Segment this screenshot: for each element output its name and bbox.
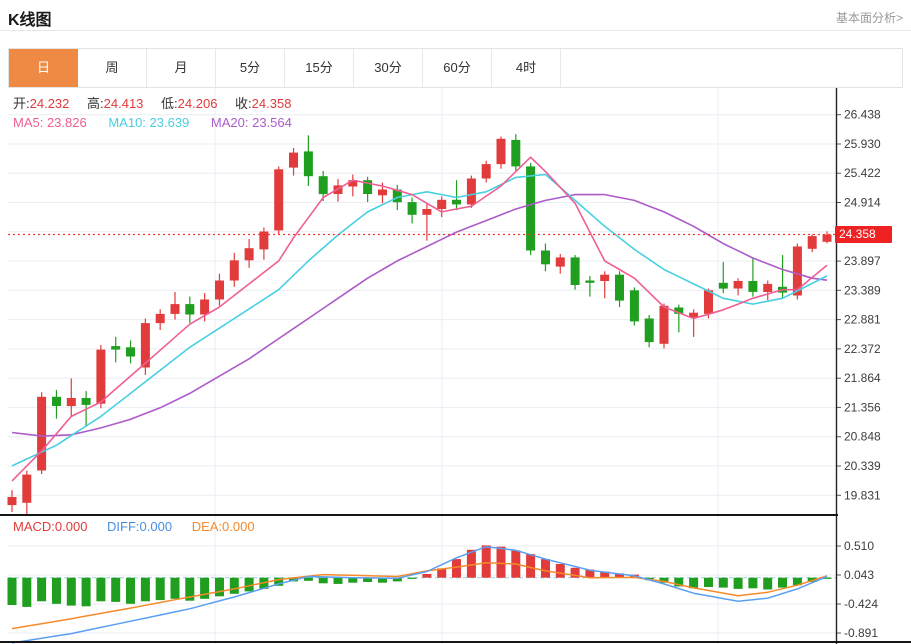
page-title: K线图 bbox=[8, 12, 52, 29]
ohlc-readout: 开:24.232 高:24.413 低:24.206 收:24.358 bbox=[13, 93, 305, 112]
tab-month[interactable]: 月 bbox=[147, 49, 216, 87]
interval-tab-bar: 日周月 5分 15分 30分 60分 4时 bbox=[8, 48, 903, 88]
high-value: 24.413 bbox=[103, 96, 144, 111]
fundamental-analysis-link[interactable]: 基本面分析> bbox=[836, 9, 903, 26]
tab-day[interactable]: 日 bbox=[9, 49, 78, 87]
ma5-value: MA5: 23.826 bbox=[13, 115, 87, 130]
tab-15min[interactable]: 15分 bbox=[285, 49, 354, 87]
open-label: 开: bbox=[13, 96, 30, 111]
tab-4hour[interactable]: 4时 bbox=[492, 49, 561, 87]
close-label: 收: bbox=[235, 96, 252, 111]
svg-text:20.848: 20.848 bbox=[844, 430, 881, 444]
svg-text:22.881: 22.881 bbox=[844, 313, 881, 327]
svg-text:-0.424: -0.424 bbox=[844, 597, 878, 611]
current-price-badge: 24.358 bbox=[835, 226, 892, 243]
svg-text:0.043: 0.043 bbox=[844, 568, 874, 582]
svg-text:26.438: 26.438 bbox=[844, 108, 881, 122]
diff-value: DIFF:0.000 bbox=[107, 519, 173, 534]
svg-text:22.372: 22.372 bbox=[844, 342, 881, 356]
low-value: 24.206 bbox=[177, 96, 218, 111]
close-value: 24.358 bbox=[251, 96, 292, 111]
ma10-value: MA10: 23.639 bbox=[108, 115, 190, 130]
candlestick-chart-canvas[interactable]: 26.438 25.930 25.422 24.914 23.897 23.389 22.8… bbox=[0, 88, 911, 516]
high-label: 高: bbox=[87, 96, 104, 111]
tab-bar-filler bbox=[561, 49, 902, 87]
svg-text:25.422: 25.422 bbox=[844, 166, 881, 180]
svg-text:19.831: 19.831 bbox=[844, 488, 881, 502]
svg-text:20.339: 20.339 bbox=[844, 459, 881, 473]
tab-5min[interactable]: 5分 bbox=[216, 49, 285, 87]
ma-readout: MA5: 23.826 MA10: 23.639 MA20: 23.564 bbox=[13, 115, 310, 130]
bottom-border bbox=[0, 641, 911, 643]
tab-60min[interactable]: 60分 bbox=[423, 49, 492, 87]
macd-readout: MACD:0.000 DIFF:0.000 DEA:0.000 bbox=[13, 519, 271, 534]
low-label: 低: bbox=[161, 96, 178, 111]
svg-text:0.510: 0.510 bbox=[844, 539, 874, 553]
svg-text:21.864: 21.864 bbox=[844, 371, 881, 385]
ma10-line bbox=[11, 173, 828, 467]
macd-value: MACD:0.000 bbox=[13, 519, 88, 534]
svg-text:24.914: 24.914 bbox=[844, 195, 881, 209]
ma5-line bbox=[11, 156, 828, 482]
macd-chart-canvas[interactable]: 0.510 0.043 -0.424 -0.891 bbox=[0, 516, 911, 644]
svg-text:23.389: 23.389 bbox=[844, 283, 881, 297]
svg-text:23.897: 23.897 bbox=[844, 254, 881, 268]
svg-text:25.930: 25.930 bbox=[844, 137, 881, 151]
svg-text:21.356: 21.356 bbox=[844, 400, 881, 414]
tab-30min[interactable]: 30分 bbox=[354, 49, 423, 87]
svg-text:-0.891: -0.891 bbox=[844, 626, 878, 640]
open-value: 24.232 bbox=[29, 96, 70, 111]
ma20-value: MA20: 23.564 bbox=[210, 115, 292, 130]
dea-value: DEA:0.000 bbox=[191, 519, 255, 534]
title-divider bbox=[0, 30, 911, 31]
tab-week[interactable]: 周 bbox=[78, 49, 147, 87]
